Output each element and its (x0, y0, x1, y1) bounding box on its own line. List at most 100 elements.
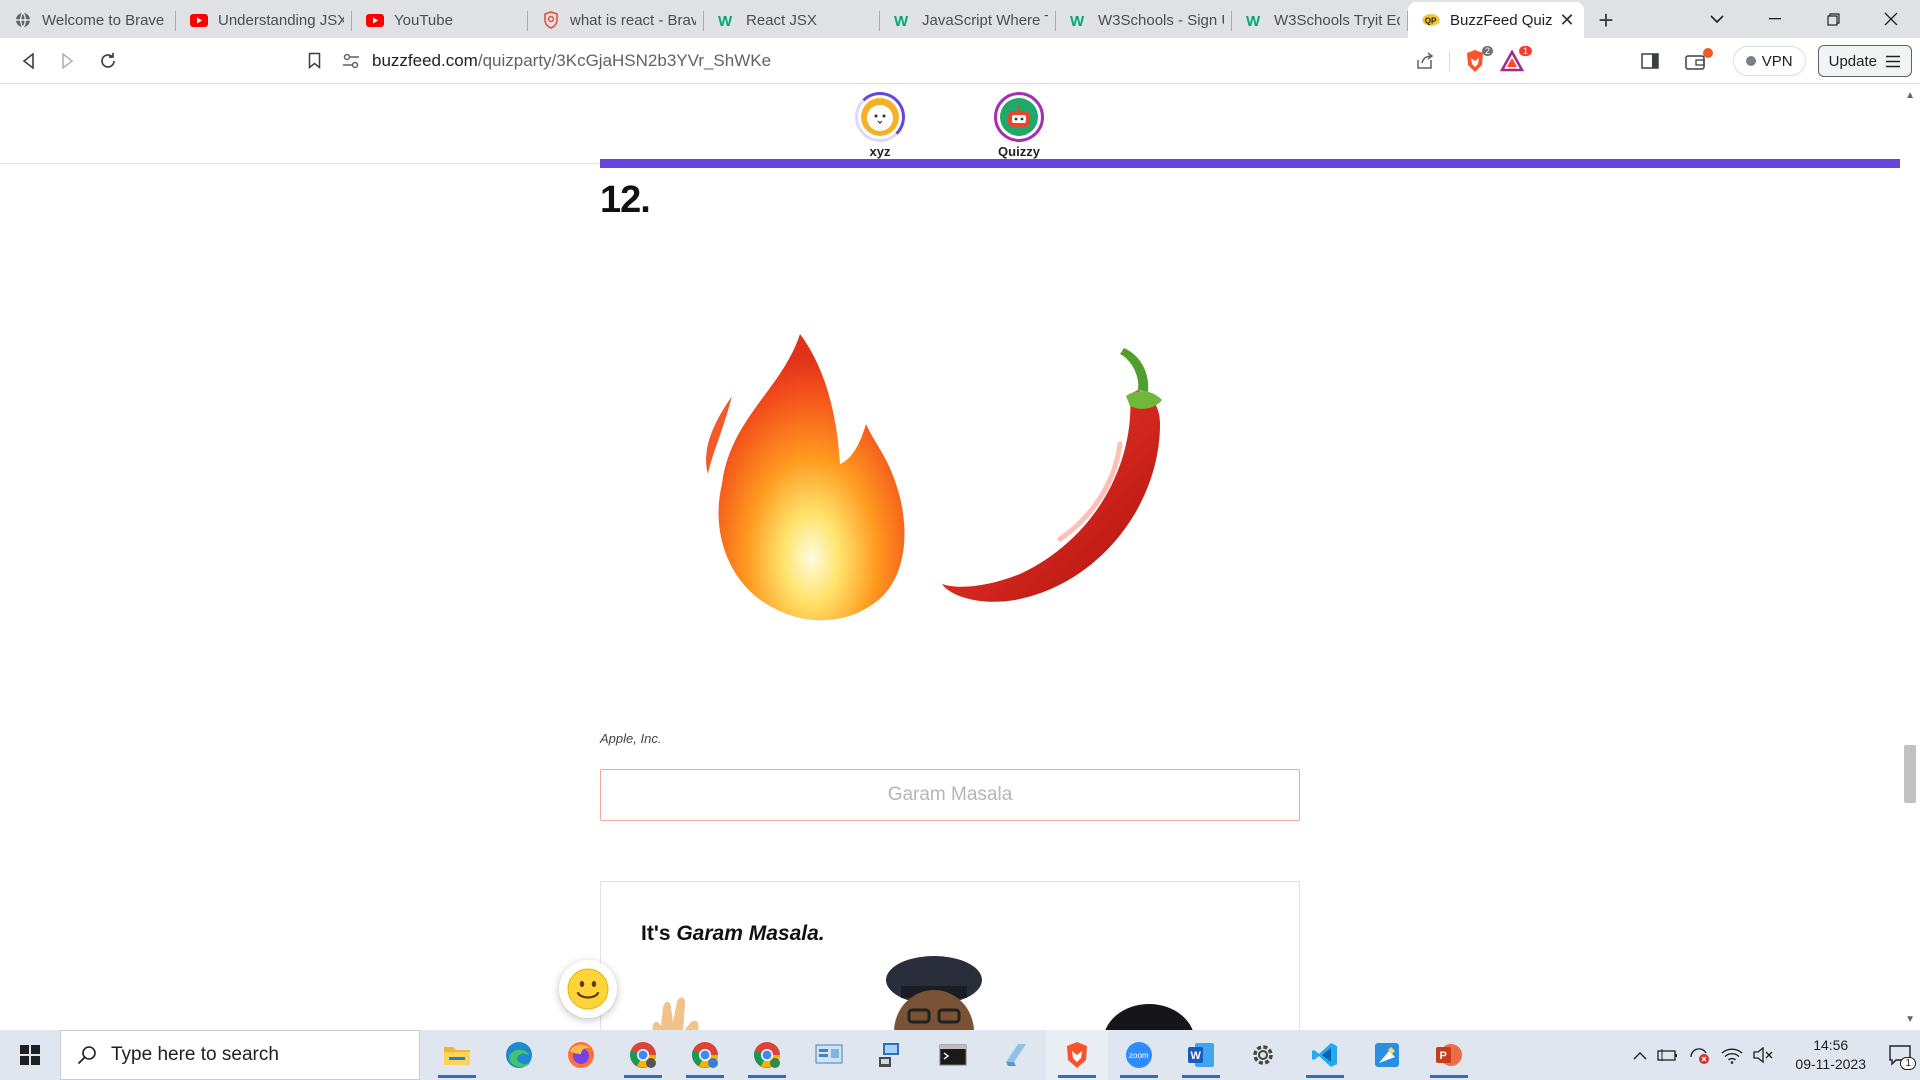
volume-muted-icon[interactable] (1753, 1047, 1773, 1063)
toolbar-right: VPN Update (1641, 44, 1912, 78)
shields-count-badge: 2 (1481, 46, 1493, 56)
close-tab-icon[interactable]: ✕ (1558, 10, 1576, 31)
search-icon (77, 1045, 97, 1065)
robot-avatar-icon (1000, 98, 1038, 136)
back-icon[interactable] (8, 43, 48, 79)
tab-buzzfeed-quiz[interactable]: QP BuzzFeed Quiz ✕ (1408, 2, 1584, 38)
settings-icon[interactable] (1232, 1030, 1294, 1080)
page-scrollbar[interactable] (1900, 84, 1920, 1030)
waving-hand-icon (652, 997, 699, 1030)
notepad-icon[interactable] (984, 1030, 1046, 1080)
edge-icon[interactable] (488, 1030, 550, 1080)
windows-start-icon[interactable] (0, 1030, 60, 1080)
terminal-icon[interactable] (922, 1030, 984, 1080)
url-path: /quizparty/3KcGjaHSN2b3YVr_ShWKe (477, 51, 772, 70)
svg-text:zoom: zoom (1129, 1051, 1149, 1060)
notification-center-icon[interactable]: 1 (1888, 1044, 1916, 1070)
result-card: It's Garam Masala. (600, 881, 1300, 1030)
chrome-profile-1-icon[interactable] (612, 1030, 674, 1080)
wallet-icon[interactable] (1685, 48, 1713, 70)
site-settings-icon[interactable] (342, 53, 360, 69)
bookmark-icon[interactable] (294, 43, 334, 79)
close-window-icon[interactable] (1862, 0, 1920, 38)
tab-w3schools-sign-up[interactable]: W W3Schools - Sign Up (1056, 2, 1232, 38)
chrome-profile-2-icon[interactable] (674, 1030, 736, 1080)
tab-title: W3Schools Tryit Editor (1274, 11, 1400, 29)
file-explorer-icon[interactable] (426, 1030, 488, 1080)
wifi-icon[interactable] (1721, 1046, 1743, 1064)
browser-toolbar: buzzfeed.com/quizparty/3KcGjaHSN2b3YVr_S… (0, 38, 1920, 84)
taskbar-clock[interactable]: 14:56 09-11-2023 (1795, 1036, 1866, 1074)
tab-welcome-to-brave[interactable]: Welcome to Brave (0, 2, 176, 38)
tab-what-is-react[interactable]: what is react - Brave (528, 2, 704, 38)
svg-text:W: W (1191, 1050, 1202, 1062)
svg-text:W: W (1070, 13, 1085, 28)
rewards-count-badge: 1 (1518, 46, 1532, 56)
word-icon[interactable]: W (1170, 1030, 1232, 1080)
vscode-icon[interactable] (1294, 1030, 1356, 1080)
scroll-down-icon[interactable]: ▼ (1905, 1014, 1915, 1025)
minimize-icon[interactable] (1746, 0, 1804, 38)
show-hidden-icons-chevron-icon[interactable] (1633, 1051, 1647, 1060)
battery-icon[interactable] (1657, 1048, 1679, 1062)
system-tray: 14:56 09-11-2023 1 (1633, 1030, 1920, 1080)
reload-icon[interactable] (88, 43, 128, 79)
scroll-up-icon[interactable]: ▲ (1905, 90, 1915, 101)
new-tab-button[interactable]: + (1584, 2, 1628, 38)
zoom-icon[interactable]: zoom (1108, 1030, 1170, 1080)
tab-search-chevron-icon[interactable] (1688, 0, 1746, 38)
firefox-icon[interactable] (550, 1030, 612, 1080)
sidebar-toggle-icon[interactable] (1641, 53, 1659, 69)
buzzfeed-quizparty-icon: QP (1422, 11, 1440, 29)
update-menu-button[interactable]: Update (1817, 45, 1912, 77)
w3schools-icon: W (1070, 11, 1088, 29)
emoji-reaction-button[interactable] (559, 960, 617, 1018)
tab-w3schools-tryit[interactable]: W W3Schools Tryit Editor (1232, 2, 1408, 38)
svg-text:W: W (718, 13, 733, 28)
address-bar-actions: 2 1 (1415, 44, 1532, 78)
security-alert-icon[interactable] (1689, 1045, 1711, 1065)
notification-count-badge: 1 (1900, 1057, 1916, 1070)
result-illustration (652, 956, 1193, 1030)
question-image (690, 334, 1190, 664)
clock-time: 14:56 (1813, 1037, 1849, 1053)
taskbar-apps: zoom W P (426, 1030, 1480, 1080)
brave-shields-icon[interactable]: 2 (1464, 46, 1493, 73)
players-bar: xyz Quizzy (0, 84, 1900, 164)
chrome-profile-3-icon[interactable] (736, 1030, 798, 1080)
w3schools-icon: W (1246, 11, 1264, 29)
tab-javascript-where-to[interactable]: W JavaScript Where To (880, 2, 1056, 38)
player-avatar (994, 92, 1044, 142)
tab-youtube[interactable]: YouTube (352, 2, 528, 38)
clock-date: 09-11-2023 (1795, 1056, 1866, 1072)
brave-icon[interactable] (1046, 1030, 1108, 1080)
network-computer-icon[interactable] (860, 1030, 922, 1080)
quiz-progress-line (600, 159, 1900, 168)
taskbar-search-input[interactable]: Type here to search (60, 1030, 420, 1080)
address-bar[interactable]: buzzfeed.com/quizparty/3KcGjaHSN2b3YVr_S… (342, 44, 1532, 78)
forward-icon[interactable] (48, 43, 88, 79)
control-panel-icon[interactable] (798, 1030, 860, 1080)
restore-icon[interactable] (1804, 0, 1862, 38)
tab-react-jsx[interactable]: W React JSX (704, 2, 880, 38)
person-with-cap-icon (886, 956, 982, 1030)
hamburger-menu-icon (1885, 55, 1901, 68)
powerpoint-icon[interactable]: P (1418, 1030, 1480, 1080)
tab-understanding-jsx[interactable]: Understanding JSX (176, 2, 352, 38)
answer-option[interactable]: Garam Masala (600, 769, 1300, 821)
tab-title: YouTube (394, 11, 453, 29)
windows-taskbar: Type here to search zoom W P 14:56 09-11… (0, 1030, 1920, 1080)
url-host: buzzfeed.com (372, 51, 478, 70)
youtube-icon (366, 11, 384, 29)
scrollbar-thumb[interactable] (1904, 745, 1916, 803)
svg-text:W: W (894, 13, 909, 28)
vpn-button[interactable]: VPN (1732, 46, 1806, 76)
share-icon[interactable] (1415, 52, 1435, 70)
player-name: Quizzy (998, 144, 1040, 159)
player-quizzy: Quizzy (979, 92, 1059, 159)
brave-globe-icon (14, 11, 32, 29)
divider (1449, 51, 1450, 71)
paint-icon[interactable] (1356, 1030, 1418, 1080)
update-label: Update (1828, 52, 1877, 70)
brave-rewards-icon[interactable]: 1 (1500, 46, 1532, 72)
